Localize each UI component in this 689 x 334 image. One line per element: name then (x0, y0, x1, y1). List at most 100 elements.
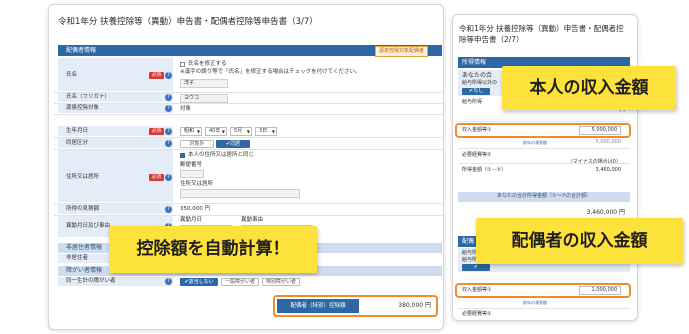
nonresident-label: 非居住者 (66, 255, 89, 261)
divider (54, 149, 443, 150)
divider (54, 203, 443, 204)
panel-total-bar-label: あなたの合計所得金額（①～⑦の合計額） (497, 193, 591, 199)
disability-title: 障がい者情報 (66, 267, 103, 274)
divider (458, 121, 630, 122)
callout-spouse-income: 配偶者の収入金額 (476, 218, 683, 264)
label-cohabit: 同居区分 (58, 138, 173, 149)
postal-label: 郵便番号 (180, 162, 203, 168)
panel-total-value: 3,460,000 円 (586, 209, 625, 216)
address-sub-label: 住所又は居所 (180, 181, 214, 187)
panel-income-note: 前年の源泉額 (523, 140, 547, 145)
disability-option-general[interactable]: 一般障がい者 (221, 278, 259, 286)
name-input[interactable]: 洋子 (180, 79, 228, 88)
birth-month-value: 5月 (234, 128, 243, 134)
income-panel-card: 令和1年分 扶養控除等（異動）申告書・配偶者控除等申告書（2/7） 所得情報 あ… (452, 14, 638, 321)
panel-sub1-label: あなたの合 (462, 72, 493, 79)
name-label: 氏名 (66, 72, 78, 78)
panel-spouse-expense-label: 必要経費等② (462, 311, 492, 317)
label-deduction: 源泉控除対象 (58, 104, 173, 114)
deduction-total-value: 380,000 円 (361, 299, 434, 313)
name-fix-checkbox[interactable] (180, 62, 185, 67)
label-disability: 同一生計の障がい者 (58, 277, 173, 287)
deduction-total-highlight: 配偶者（特別）控除額 380,000 円 (273, 295, 438, 317)
deduction-value: 対象 (180, 106, 192, 112)
panel-expense-label: 必要経費等② (462, 152, 492, 158)
birth-day-select[interactable]: 3日 ▼ (255, 127, 277, 136)
birth-year-select[interactable]: 40年 ▼ (205, 127, 227, 136)
birth-era-select[interactable]: 昭和 ▼ (180, 127, 202, 136)
chevron-down-icon: ▼ (246, 129, 250, 134)
help-icon[interactable]: ? (165, 94, 172, 101)
page-title: 令和1年分 扶養控除等（異動）申告書・配偶者控除等申告書（3/7） (58, 17, 318, 27)
divider (54, 215, 443, 216)
divider (54, 114, 443, 115)
panel-spouse-note: 前年の源泉額 (523, 300, 547, 305)
nonresident-title: 非居住者情報 (66, 244, 103, 251)
kana-input[interactable]: ヨウコ (180, 94, 228, 103)
help-icon[interactable]: ? (165, 206, 172, 213)
change-label: 異動月日及び事由 (66, 223, 111, 229)
required-badge: 必須 (149, 174, 164, 181)
help-icon[interactable]: ? (165, 105, 172, 112)
chevron-down-icon: ▼ (196, 129, 200, 134)
panel-spouse-income-input[interactable]: 1,000,000 (579, 286, 621, 295)
required-badge: 必須 (149, 128, 164, 135)
income-label: 所得の見積額 (66, 206, 100, 212)
panel-section-income-title: 所得情報 (462, 59, 487, 66)
panel-none-button[interactable]: ✔なし (462, 88, 490, 95)
deduction-total-label: 配偶者（特別）控除額 (277, 299, 359, 313)
cohabit-label: 同居区分 (66, 140, 89, 146)
chevron-down-icon: ▼ (271, 129, 275, 134)
address-input[interactable] (180, 189, 300, 198)
section-title: 配偶者情報 (66, 47, 97, 54)
panel-income-prev: 5,000,000 (595, 139, 621, 145)
chevron-down-icon: ▼ (221, 129, 225, 134)
divider (54, 137, 443, 138)
panel-section-spouse-title: 配偶 (462, 238, 475, 245)
name-fix-note: ※漢字の誤り等で「氏名」を修正する場合はチェックを付けてください。 (180, 69, 361, 75)
help-icon[interactable]: ? (165, 174, 172, 181)
divider (458, 163, 630, 164)
postal-input[interactable] (180, 170, 204, 178)
cohabit-option-none[interactable]: 対象外 (180, 140, 214, 148)
help-icon[interactable]: ? (165, 140, 172, 147)
birth-month-select[interactable]: 5月 ▼ (230, 127, 252, 136)
income-value: 350,000 円 (180, 206, 210, 212)
disability-label: 同一生計の障がい者 (66, 278, 116, 284)
panel-salary-label: 給与所得 (462, 99, 483, 105)
panel-income-input[interactable]: 5,000,000 (579, 126, 621, 135)
change-reason-label: 異動事由 (241, 217, 264, 223)
label-kana: 氏名（フリガナ） (58, 93, 173, 103)
address-label: 住所又は居所 (66, 174, 100, 180)
main-form-card: 令和1年分 扶養控除等（異動）申告書・配偶者控除等申告書（3/7） 配偶者情報 … (48, 4, 444, 330)
help-icon[interactable]: ? (165, 128, 172, 135)
panel-spouse-income-label: 収入金額等① (462, 287, 492, 293)
panel-total-bar: あなたの合計所得金額（①～⑦の合計額） (458, 192, 630, 202)
disability-option-special[interactable]: 特別障がい者 (262, 278, 300, 286)
same-address-checkbox[interactable] (180, 153, 185, 158)
cohabit-option-yes[interactable]: ✔同居 (216, 140, 250, 148)
disability-option-none[interactable]: ✔該当しない (180, 278, 218, 286)
callout-auto-calc: 控除額を自動計算！ (109, 226, 317, 273)
panel-title: 令和1年分 扶養控除等（異動）申告書・配偶者控除等申告書（2/7） (459, 24, 624, 44)
callout-self-income: 本人の収入金額 (502, 66, 676, 110)
birth-era-value: 昭和 (184, 128, 195, 134)
required-badge: 必須 (149, 72, 164, 79)
panel-minus-value: 3,460,000 (595, 167, 621, 173)
same-address-label: 本人の住所又は居所と同じ (188, 152, 255, 158)
name-fix-checkbox-label: 氏名を修正する (188, 61, 227, 67)
divider (458, 308, 630, 309)
spouse-type-badge: 源泉控除対象配偶者 (375, 46, 429, 57)
check-icon: ✔ (473, 264, 479, 270)
disability-option-none-label: 該当しない (188, 279, 214, 285)
birth-year-value: 40年 (209, 128, 221, 134)
deduction-total-label-text: 配偶者（特別）控除額 (290, 303, 346, 309)
deduction-label: 源泉控除対象 (66, 105, 100, 111)
help-icon[interactable]: ? (165, 278, 172, 285)
panel-sub2-button[interactable]: ✔ (462, 264, 490, 271)
birth-label: 生年月日 (66, 128, 89, 134)
divider (54, 92, 443, 93)
kana-label: 氏名（フリガナ） (66, 94, 111, 100)
panel-income-amount-label: 所得金額（①－②） (462, 167, 506, 173)
help-icon[interactable]: ? (165, 72, 172, 79)
